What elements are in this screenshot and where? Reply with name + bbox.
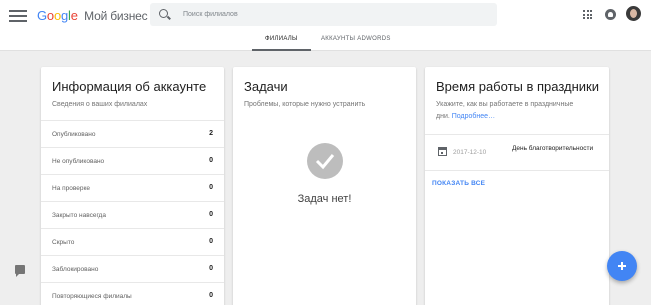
search-icon[interactable] [159,9,168,18]
stat-label: Закрыто навсегда [52,212,106,219]
checkmark-icon [307,143,343,179]
card-subtitle: Укажите, как вы работаете в праздничные … [436,99,573,123]
logo-letter: G [37,8,47,23]
notifications-icon[interactable] [605,9,616,20]
holiday-hours-card: Время работы в праздники Укажите, как вы… [425,67,609,305]
stat-row-pending-review[interactable]: На проверке 0 [41,174,224,201]
subtitle-line: дни. [436,113,450,120]
tab-adwords-accounts[interactable]: АККАУНТЫ ADWORDS [321,36,391,42]
stat-value: 0 [209,238,213,245]
card-title: Информация об аккаунте [52,79,207,94]
card-subtitle: Сведения о ваших филиалах [52,101,148,108]
menu-icon[interactable] [9,10,27,22]
tab-bar: ФИЛИАЛЫ АККАУНТЫ ADWORDS [0,34,651,51]
tab-branches[interactable]: ФИЛИАЛЫ [252,36,311,51]
stat-value: 0 [209,265,213,272]
stat-row-duplicates[interactable]: Повторяющиеся филиалы 0 [41,282,224,305]
no-tasks-message: Задач нет! [297,193,352,205]
holiday-item[interactable]: 2017-12-10 День благотворительности [425,134,609,171]
stat-value: 0 [209,211,213,218]
stat-value: 0 [209,157,213,164]
stat-label: Скрыто [52,239,75,246]
avatar[interactable] [626,6,641,21]
stat-label: На проверке [52,185,91,192]
account-info-card: Информация об аккаунте Сведения о ваших … [41,67,224,305]
google-my-business-logo[interactable]: Google Мой бизнес [37,8,148,23]
stat-label: Не опубликовано [52,158,105,165]
apps-icon[interactable] [583,10,592,19]
search-box[interactable] [150,3,497,26]
card-subtitle: Проблемы, которые нужно устранить [244,101,366,108]
stat-label: Заблокировано [52,266,99,273]
calendar-icon [438,147,447,156]
logo-letter: o [46,8,54,23]
top-app-bar: Google Мой бизнес ФИЛИАЛЫ АККАУНТЫ ADWOR… [0,0,651,51]
holiday-date: 2017-12-10 [453,149,487,156]
stat-label: Опубликовано [52,131,96,138]
show-all-button[interactable]: ПОКАЗАТЬ ВСЕ [432,180,485,187]
tasks-card: Задачи Проблемы, которые нужно устранить… [233,67,416,305]
card-title: Задачи [244,79,288,94]
product-name: Мой бизнес [84,9,148,23]
holiday-name: День благотворительности [512,145,594,152]
card-title: Время работы в праздники [436,79,600,94]
stat-row-permanently-closed[interactable]: Закрыто навсегда 0 [41,201,224,228]
stat-value: 0 [209,184,213,191]
learn-more-link[interactable]: Подробнее… [452,113,495,120]
stat-value: 2 [209,130,213,137]
stat-value: 0 [209,292,213,299]
search-input[interactable] [183,7,483,22]
stat-row-unpublished[interactable]: Не опубликовано 0 [41,147,224,174]
stat-row-published[interactable]: Опубликовано 2 [41,120,224,147]
feedback-icon[interactable] [15,265,25,277]
stat-row-hidden[interactable]: Скрыто 0 [41,228,224,255]
add-button[interactable] [607,251,637,281]
logo-letter: o [53,8,61,23]
stat-label: Повторяющиеся филиалы [52,293,132,300]
subtitle-line: Укажите, как вы работаете в праздничные [436,101,574,108]
stat-row-blocked[interactable]: Заблокировано 0 [41,255,224,282]
logo-letter: e [70,8,78,23]
logo-letter: g [60,8,69,23]
